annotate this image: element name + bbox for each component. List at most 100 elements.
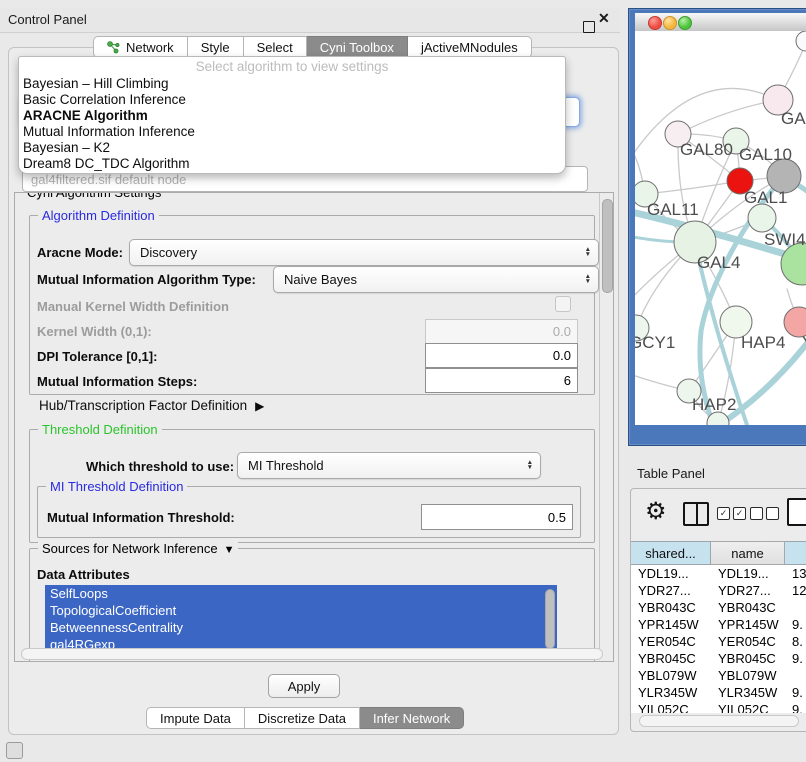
algorithm-dropdown-items: Bayesian – Hill ClimbingBasic Correlatio… [19,76,565,172]
collapsed-panel-button[interactable] [6,742,23,759]
sources-title[interactable]: Sources for Network Inference▼ [38,541,238,556]
tab-jactivemnodules[interactable]: jActiveMNodules [408,36,532,58]
tab-discretize-data[interactable]: Discretize Data [245,707,360,729]
tab-style[interactable]: Style [188,36,244,58]
network-node-label: GAL80 [680,140,733,159]
window-zoom-icon[interactable] [678,16,692,30]
mi-threshold-field[interactable]: 0.5 [421,504,573,530]
table-row[interactable]: YDL19...YDL19...13 [631,565,806,582]
tab-network[interactable]: Network [93,36,188,58]
algorithm-option[interactable]: Bayesian – Hill Climbing [19,76,565,92]
table-cell: YIL052C [711,701,785,713]
network-node[interactable] [796,31,806,51]
table-row[interactable]: YBR043CYBR043C [631,599,806,616]
deselect-all-checkboxes-icon[interactable] [750,507,779,520]
tab-network-label: Network [126,40,174,55]
algorithm-option[interactable]: ARACNE Algorithm [19,108,565,124]
table-cell: YDL19... [631,565,711,582]
table-row[interactable]: YPR145WYPR145W9. [631,616,806,633]
dpi-tolerance-label: DPI Tolerance [0,1]: [37,349,157,364]
network-window-titlebar[interactable] [635,13,806,32]
algorithm-option[interactable]: Basic Correlation Inference [19,92,565,108]
aracne-mode-combo[interactable]: Discovery ▲▼ [129,239,599,266]
table-cell: YER054C [711,633,785,650]
document-icon[interactable] [787,498,806,526]
attributes-scrollbar-thumb[interactable] [545,589,555,649]
algorithm-dropdown-placeholder: Select algorithm to view settings [19,57,565,76]
window-minimize-icon[interactable] [663,16,677,30]
columns-icon[interactable] [683,502,709,526]
tab-cyni-toolbox[interactable]: Cyni Toolbox [307,36,408,58]
table-row[interactable]: YBL079WYBL079W [631,667,806,684]
window-close-icon[interactable] [648,16,662,30]
expander-right-icon: ▶ [255,399,264,413]
tab-impute-data-label: Impute Data [160,711,231,726]
table-cell: YBR045C [711,650,785,667]
tab-infer-network[interactable]: Infer Network [360,707,464,729]
table-cell: YPR145W [631,616,711,633]
dpi-tolerance-field[interactable]: 0.0 [425,343,578,368]
tab-jactivemnodules-label: jActiveMNodules [421,40,518,55]
tab-select[interactable]: Select [244,36,307,58]
data-attribute-item[interactable]: SelfLoops [45,585,557,602]
network-node[interactable] [748,204,776,232]
table-cell: 8. [785,633,806,650]
settings-vertical-scrollbar-thumb[interactable] [602,199,613,293]
network-node[interactable] [781,243,806,285]
mi-steps-field[interactable]: 6 [425,368,578,393]
gear-icon[interactable]: ⚙ [645,499,667,525]
table-cell: YLR345W [711,684,785,701]
table-cell: 12 [785,582,806,599]
column-header-partial[interactable] [785,541,806,565]
column-header-shared-name[interactable]: shared... [631,541,711,565]
table-horizontal-scrollbar[interactable] [639,715,799,727]
float-panel-icon[interactable] [583,21,595,33]
network-node-label: GAL10 [739,145,792,164]
table-cell: 9. [785,684,806,701]
close-panel-icon[interactable]: ✕ [598,10,610,27]
algorithm-option[interactable]: Mutual Information Inference [19,124,565,140]
data-attributes-list[interactable]: SelfLoopsTopologicalCoefficientBetweenne… [45,585,557,657]
control-panel-title: Control Panel [8,12,87,27]
table-panel-title: Table Panel [637,466,705,481]
data-attribute-item[interactable]: BetweennessCentrality [45,619,557,636]
mi-steps-label: Mutual Information Steps: [37,374,197,389]
table-row[interactable]: YBR045CYBR045C9. [631,650,806,667]
tab-impute-data[interactable]: Impute Data [146,707,245,729]
network-node-label: SWI4 [764,230,806,249]
algorithm-option[interactable]: Dream8 DC_TDC Algorithm [19,156,565,172]
table-row[interactable]: YLR345WYLR345W9. [631,684,806,701]
network-canvas[interactable]: GALGAL80GAL10GAL1GAL11SWI4GAL4GCY1HAP4YH… [635,31,806,425]
data-attribute-item[interactable]: TopologicalCoefficient [45,602,557,619]
table-row[interactable]: YIL052CYIL052C9. [631,701,806,713]
which-threshold-value: MI Threshold [248,458,324,473]
select-all-checkboxes-icon[interactable]: ✓✓ [717,507,746,520]
expander-down-icon: ▼ [224,544,235,556]
table-rows: YDL19...YDL19...13YDR27...YDR27...12YBR0… [631,565,806,713]
algorithm-option[interactable]: Bayesian – K2 [19,140,565,156]
tab-infer-network-label: Infer Network [373,711,450,726]
settings-vertical-scrollbar[interactable] [599,193,613,659]
network-edge [645,181,740,194]
manual-kernel-width-checkbox[interactable] [555,296,571,312]
mi-algorithm-type-combo[interactable]: Naive Bayes ▲▼ [273,266,599,293]
kernel-width-field[interactable]: 0.0 [425,319,578,344]
table-cell: YBR043C [631,599,711,616]
column-header-name[interactable]: name [711,541,785,565]
table-cell: YBL079W [631,667,711,684]
network-node-label: HAP4 [741,333,785,352]
apply-button[interactable]: Apply [268,674,340,698]
which-threshold-combo[interactable]: MI Threshold ▲▼ [237,452,541,479]
table-row[interactable]: YER054CYER054C8. [631,633,806,650]
mi-threshold-value: 0.5 [548,510,566,525]
network-node-label: GAL1 [744,188,787,207]
settings-horizontal-scrollbar[interactable] [21,648,603,660]
table-cell: YBR043C [711,599,785,616]
hub-transcription-expander[interactable]: Hub/Transcription Factor Definition ▶ [39,398,264,413]
network-view-window[interactable]: GALGAL80GAL10GAL1GAL11SWI4GAL4GCY1HAP4YH… [628,8,806,446]
network-node-label: Y [802,333,806,352]
table-cell: 13 [785,565,806,582]
mi-steps-value: 6 [564,373,571,388]
aracne-mode-label: Aracne Mode: [37,245,123,260]
table-row[interactable]: YDR27...YDR27...12 [631,582,806,599]
